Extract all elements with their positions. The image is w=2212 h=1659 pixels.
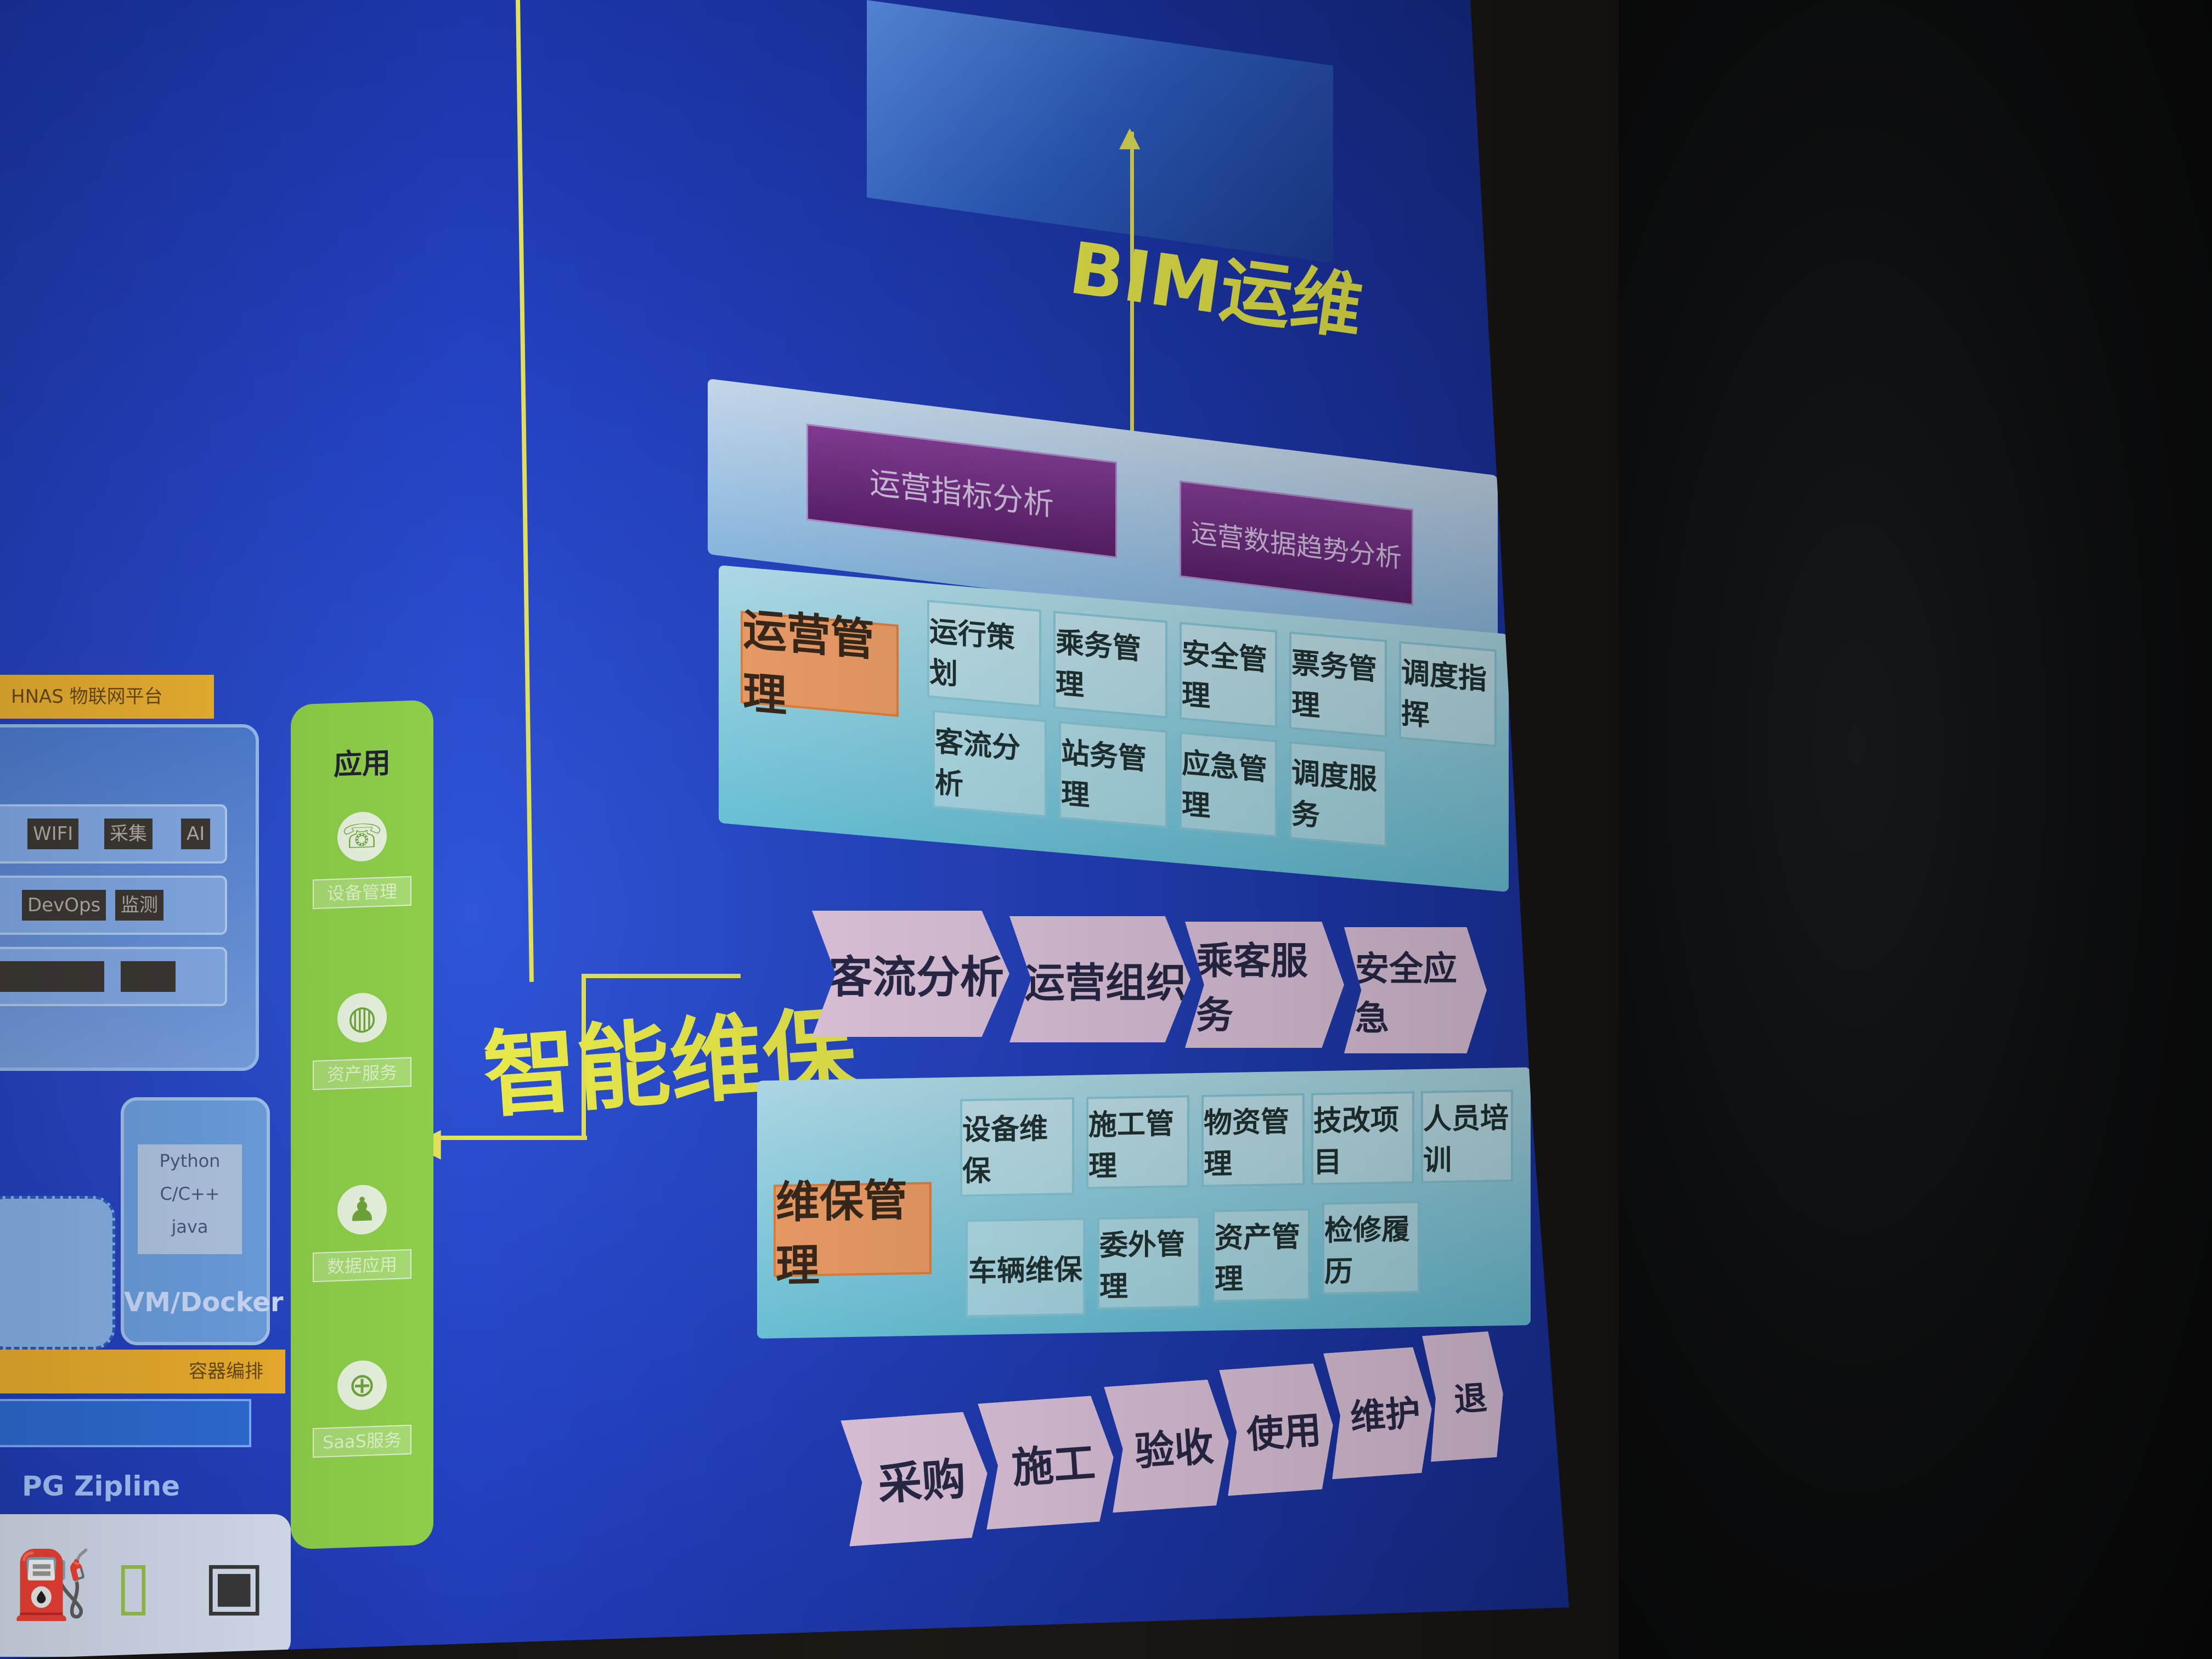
vm-language: java: [171, 1216, 208, 1237]
stack-chip: [49, 961, 104, 992]
dashed-module: [0, 1196, 115, 1350]
zipline-label: PG Zipline: [22, 1470, 180, 1502]
maint-cell: 委外管理: [1097, 1215, 1200, 1310]
vm-language: C/C++: [160, 1183, 220, 1204]
analysis-box-1: 运营指标分析: [806, 424, 1117, 558]
analysis-box-2: 运营数据趋势分析: [1180, 480, 1413, 606]
connector-vertical-left: [516, 0, 534, 982]
ops-cell: 调度指挥: [1399, 641, 1497, 748]
maint-cell: 施工管理: [1086, 1095, 1189, 1189]
stack-chip: WIFI: [27, 819, 79, 849]
chevron-step: 施工: [978, 1395, 1118, 1530]
chevron-step: 运营组织: [1009, 916, 1190, 1042]
ops-cell: 应急管理: [1180, 731, 1277, 838]
ops-cell: 客流分析: [933, 710, 1047, 818]
maint-cell: 资产管理: [1212, 1208, 1310, 1302]
chevron-step: 使用: [1219, 1362, 1338, 1496]
chevron-step: 采购: [840, 1410, 991, 1547]
stack-row: [0, 947, 227, 1006]
tv-icon: ▣: [203, 1547, 266, 1623]
app-item-label: 设备管理: [313, 876, 411, 910]
maint-cell: 技改项目: [1311, 1091, 1414, 1186]
vm-docker-label: VM/Docker: [124, 1287, 284, 1318]
app-item-label: 资产服务: [313, 1057, 411, 1091]
stack-chip: 采集: [104, 819, 153, 849]
maint-cell: 物资管理: [1201, 1093, 1305, 1187]
arrow-up-icon: ▲: [1119, 121, 1141, 153]
stack-chip: AI: [181, 819, 211, 849]
maintenance-panel: 维保管理 设备维保 施工管理 物资管理 技改项目 人员培训 车辆维保 委外管理 …: [757, 1067, 1531, 1339]
connector-arrow-line: [428, 1136, 587, 1140]
maint-cell: 设备维保: [960, 1097, 1074, 1197]
chevron-step: 验收: [1104, 1379, 1233, 1513]
container-strip: 容器编排: [0, 1350, 285, 1393]
device-icons-panel: ⛽ ▯ ▣: [0, 1514, 291, 1657]
ops-cell: 站务管理: [1059, 721, 1167, 828]
app-item: ♟ 数据应用: [313, 1183, 411, 1283]
platform-header: HNAS 物联网平台: [0, 675, 214, 719]
projected-slide: ◀ ▲ BIM运维 智能维保 运营指标分析 运营数据趋势分析 运营管理 运行策划…: [0, 0, 1569, 1659]
app-item: ◍ 资产服务: [313, 991, 411, 1091]
ops-cell: 乘务管理: [1053, 611, 1167, 719]
stack-chip: DevOps: [22, 890, 106, 921]
phone-icon: ☏: [337, 811, 387, 862]
vm-language: Python: [159, 1150, 221, 1171]
ops-cell: 调度服务: [1289, 741, 1387, 848]
operations-header: 运营管理: [741, 603, 899, 722]
application-bar: 应用 ☏ 设备管理 ◍ 资产服务 ♟ 数据应用 ⊕ SaaS服务: [291, 699, 433, 1550]
chevron-step: 乘客服务: [1185, 922, 1344, 1048]
chevron-step: 客流分析: [812, 911, 1009, 1037]
fuel-pump-icon: ⛽: [11, 1547, 93, 1623]
app-item-label: SaaS服务: [313, 1424, 411, 1458]
ops-cell: 票务管理: [1289, 631, 1387, 738]
stack-row: DevOps 监测: [0, 876, 227, 935]
stack-chip: [0, 961, 49, 992]
phone-device-icon: ▯: [115, 1547, 152, 1623]
ops-cell: 运行策划: [927, 600, 1041, 708]
globe-icon: ◍: [337, 992, 387, 1043]
maint-cell: 车辆维保: [966, 1217, 1085, 1318]
app-item: ⊕ SaaS服务: [313, 1359, 411, 1458]
user-icon: ♟: [337, 1184, 387, 1235]
chevron-step: 退: [1422, 1330, 1508, 1462]
chevron-step: 安全应急: [1344, 927, 1487, 1053]
stack-row: WIFI 采集 AI: [0, 804, 227, 864]
vm-languages: Python C/C++ java: [138, 1144, 242, 1254]
earth-icon: ⊕: [337, 1359, 387, 1411]
blue-strip: [0, 1399, 251, 1447]
foreground-person-silhouette: [1618, 0, 2212, 1659]
stack-chip: 监测: [115, 890, 163, 921]
maint-cell: 检修履历: [1322, 1200, 1420, 1295]
connector-horizontal: [582, 974, 741, 978]
stack-chip: [121, 961, 176, 992]
application-bar-title: 应用: [333, 747, 391, 782]
app-item: ☏ 设备管理: [313, 810, 411, 910]
chevron-step: 维护: [1323, 1346, 1436, 1480]
maintenance-header: 维保管理: [774, 1175, 932, 1291]
app-item-label: 数据应用: [313, 1249, 411, 1283]
ops-cell: 安全管理: [1180, 622, 1277, 729]
maint-cell: 人员培训: [1421, 1089, 1513, 1183]
vm-docker-box: Python C/C++ java VM/Docker: [121, 1097, 284, 1345]
platform-stack: WIFI 采集 AI DevOps 监测: [0, 724, 259, 1071]
